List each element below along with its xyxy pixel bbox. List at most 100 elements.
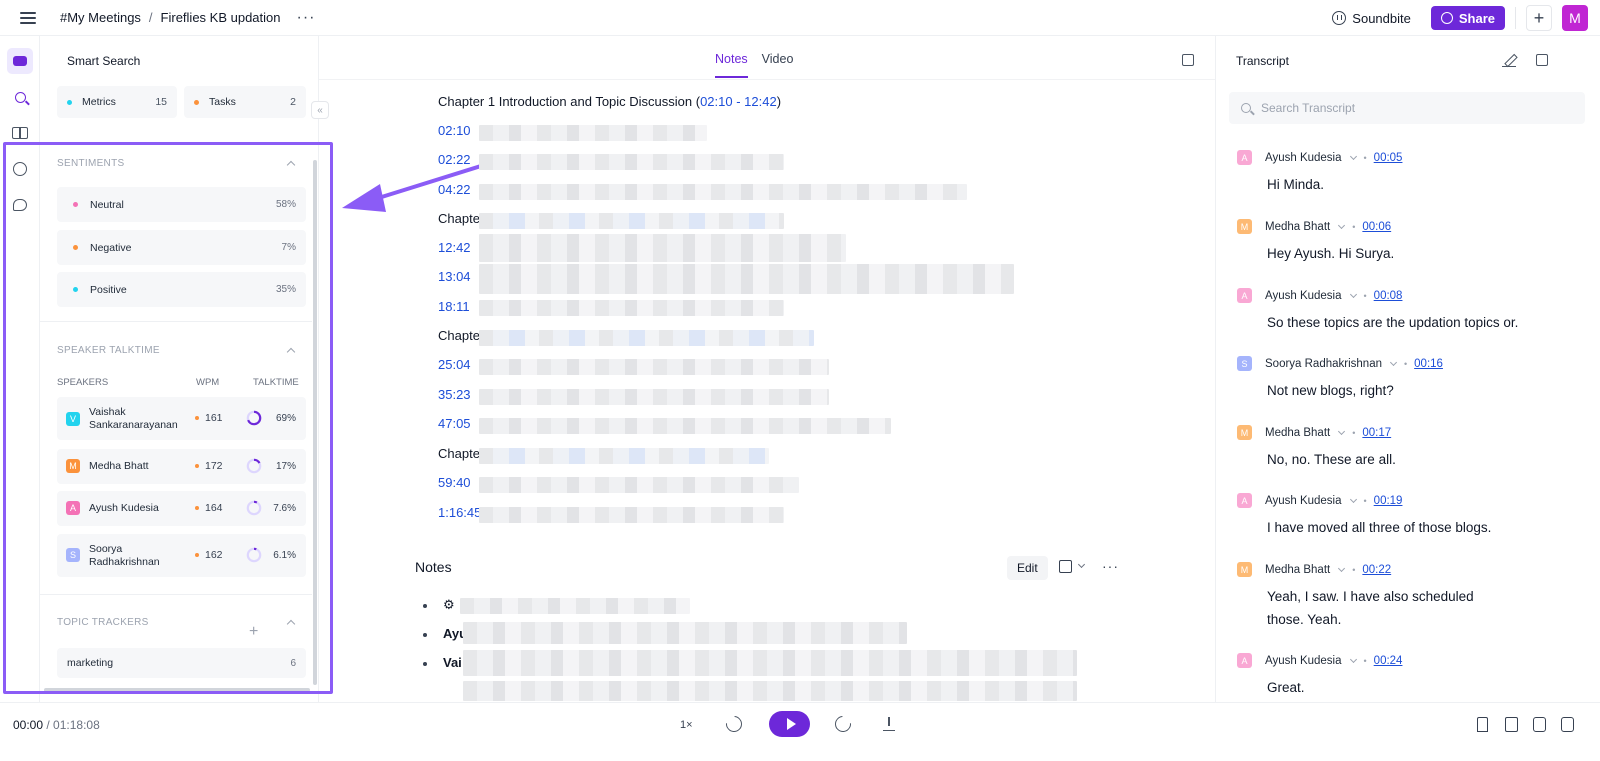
tasks-dot — [194, 99, 199, 105]
message-header: S Soorya Radhakrishnan • 00:16 — [1237, 356, 1443, 371]
message-timestamp[interactable]: 00:16 — [1414, 358, 1443, 370]
more-options-icon[interactable]: ··· — [297, 9, 316, 27]
timestamp-link[interactable]: 25:04 — [438, 357, 471, 372]
speaker-name[interactable]: Medha Bhatt — [1265, 564, 1330, 576]
chevron-down-icon[interactable] — [1077, 560, 1086, 569]
view-tabs: Notes Video — [715, 52, 793, 78]
tab-notes[interactable]: Notes — [715, 52, 748, 78]
message-timestamp[interactable]: 00:19 — [1374, 495, 1403, 507]
playback-speed-button[interactable]: 1× — [680, 719, 693, 731]
transcript-search — [1229, 92, 1585, 124]
timestamp-link[interactable]: 13:04 — [438, 269, 471, 284]
user-avatar[interactable]: M — [1562, 5, 1588, 31]
bullet — [423, 662, 427, 666]
chevron-down-icon[interactable] — [1338, 427, 1346, 435]
redacted-text — [479, 184, 967, 200]
download-icon[interactable] — [883, 717, 895, 731]
time-separator: / — [43, 718, 54, 732]
play-button[interactable] — [769, 711, 810, 737]
message-header: M Medha Bhatt • 00:06 — [1237, 219, 1391, 234]
timestamp-link[interactable]: 02:22 — [438, 152, 471, 167]
redacted-text — [479, 154, 784, 170]
chevron-down-icon[interactable] — [1349, 495, 1357, 503]
soundbite-button[interactable]: Soundbite — [1322, 7, 1421, 30]
redacted-text — [463, 622, 907, 644]
highlight-annotation-box — [3, 142, 333, 694]
speaker-name[interactable]: Ayush Kudesia — [1265, 655, 1342, 667]
bullet — [423, 633, 427, 637]
message-timestamp[interactable]: 00:08 — [1374, 290, 1403, 302]
message-timestamp[interactable]: 00:06 — [1362, 221, 1391, 233]
redacted-text — [479, 389, 829, 405]
timestamp-link[interactable]: 59:40 — [438, 475, 471, 490]
thumbs-up-icon[interactable] — [1533, 717, 1546, 732]
transcript-search-input[interactable] — [1261, 101, 1561, 115]
thumbs-down-icon[interactable] — [1561, 717, 1574, 732]
message-timestamp[interactable]: 00:05 — [1374, 152, 1403, 164]
rail-search-button[interactable] — [7, 84, 33, 110]
timestamp-link[interactable]: 18:11 — [438, 299, 470, 314]
speaker-avatar: A — [1237, 493, 1252, 508]
chip-count: 2 — [290, 96, 296, 108]
soundbite-icon — [1332, 11, 1347, 25]
metrics-chip[interactable]: Metrics 15 — [57, 86, 177, 118]
message-timestamp[interactable]: 00:17 — [1362, 427, 1391, 439]
redacted-text — [463, 681, 1077, 701]
speaker-name[interactable]: Medha Bhatt — [1265, 221, 1330, 233]
forward-icon[interactable] — [831, 712, 855, 736]
redacted-text — [479, 330, 814, 346]
rail-ai-button[interactable] — [7, 48, 33, 74]
expand-icon[interactable] — [1182, 54, 1194, 66]
dot-separator: • — [1363, 290, 1367, 301]
chevron-down-icon[interactable] — [1349, 152, 1357, 160]
more-options-icon[interactable]: ··· — [1102, 558, 1119, 574]
timestamp-link[interactable]: 1:16:45 — [438, 505, 481, 520]
breadcrumb-meeting[interactable]: Fireflies KB updation — [161, 10, 281, 25]
redacted-text — [479, 234, 846, 262]
bookmark-icon[interactable] — [1477, 717, 1488, 732]
timestamp-link[interactable]: 47:05 — [438, 416, 471, 431]
message-timestamp[interactable]: 00:22 — [1362, 564, 1391, 576]
copy-icon[interactable] — [1059, 560, 1072, 573]
breadcrumb-channel[interactable]: #My Meetings — [60, 10, 141, 25]
speaker-name[interactable]: Ayush Kudesia — [1265, 152, 1342, 164]
chevron-down-icon[interactable] — [1389, 358, 1398, 366]
speaker-avatar: M — [1237, 219, 1252, 234]
speaker-name[interactable]: Ayush Kudesia — [1265, 495, 1342, 507]
notes-panel: Notes Video Chapter 1 Introduction and T… — [319, 36, 1215, 702]
tab-video[interactable]: Video — [762, 52, 794, 78]
top-bar: #My Meetings / Fireflies KB updation ···… — [0, 0, 1600, 36]
timestamp-link[interactable]: 04:22 — [438, 182, 471, 197]
timestamp-link[interactable]: 02:10 — [438, 123, 471, 138]
speaker-name[interactable]: Ayush Kudesia — [1265, 290, 1342, 302]
chevron-down-icon[interactable] — [1349, 290, 1357, 298]
speaker-name[interactable]: Soorya Radhakrishnan — [1265, 358, 1382, 370]
message-timestamp[interactable]: 00:24 — [1374, 655, 1403, 667]
timestamp-link[interactable]: 12:42 — [438, 240, 471, 255]
dot-separator: • — [1404, 358, 1408, 369]
redacted-text — [479, 448, 769, 464]
edit-notes-button[interactable]: Edit — [1007, 556, 1048, 580]
chapter-range-link[interactable]: 02:10 - 12:42 — [700, 94, 777, 109]
dot-separator: • — [1363, 495, 1367, 506]
redacted-text — [479, 418, 891, 434]
speaker-avatar: M — [1237, 562, 1252, 577]
dot-separator: • — [1352, 564, 1356, 575]
menu-icon[interactable] — [20, 11, 36, 24]
redacted-text — [479, 477, 799, 493]
speaker-name[interactable]: Medha Bhatt — [1265, 427, 1330, 439]
user-icon — [1440, 12, 1453, 24]
add-button[interactable]: + — [1526, 5, 1552, 31]
expand-icon[interactable] — [1536, 54, 1548, 66]
chevron-down-icon[interactable] — [1338, 221, 1346, 229]
share-button[interactable]: Share — [1430, 6, 1505, 30]
chevron-down-icon[interactable] — [1349, 655, 1357, 663]
timestamp-link[interactable]: 35:23 — [438, 387, 471, 402]
pencil-icon[interactable] — [1502, 53, 1516, 67]
chevron-down-icon[interactable] — [1338, 564, 1346, 572]
checkbox-icon[interactable] — [1505, 717, 1518, 732]
note-speaker-prefix: Vai — [443, 655, 462, 670]
speaker-avatar: S — [1237, 356, 1252, 371]
rewind-icon[interactable] — [722, 712, 746, 736]
tasks-chip[interactable]: Tasks 2 — [184, 86, 306, 118]
